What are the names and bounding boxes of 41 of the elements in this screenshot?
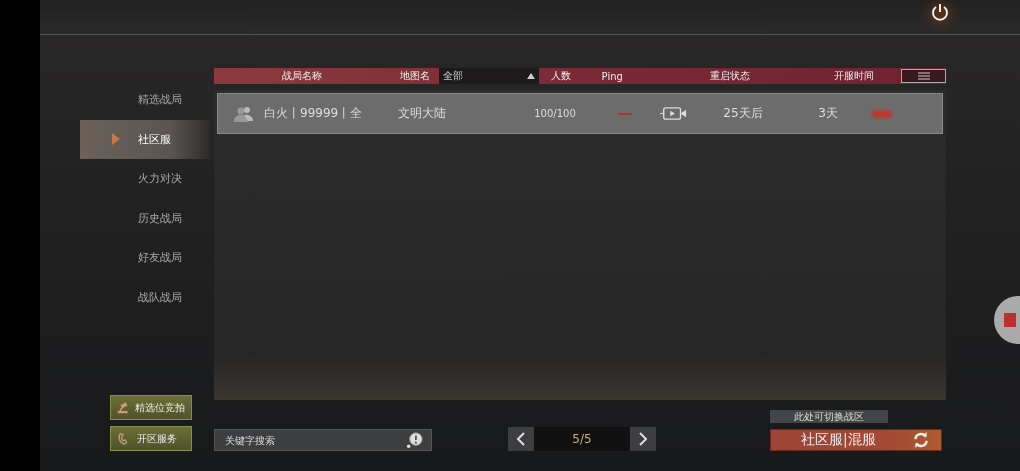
column-header: 开服时间 xyxy=(833,69,876,83)
search-field[interactable]: 关键字搜索 xyxy=(214,429,432,451)
refresh-icon xyxy=(913,432,929,448)
column-header: 战局名称 xyxy=(281,69,323,83)
sidebar-button[interactable]: 精选位竞拍 xyxy=(110,395,192,420)
column-header: 人数 xyxy=(549,69,572,83)
table-cell-text: 100/100 xyxy=(533,108,577,119)
previous-page-button[interactable] xyxy=(508,427,534,451)
triangle-icon xyxy=(112,133,120,146)
caret-icon xyxy=(526,73,535,79)
table-cell-text: 文明大陆 xyxy=(398,105,447,122)
column-header: Ping xyxy=(600,70,624,82)
table-cell-text: 3天 xyxy=(817,105,839,122)
table-row[interactable]: 白火丨99999丨全 文明大陆 100/100 25天后 3天 xyxy=(217,93,943,134)
sidebar-tab[interactable]: 精选战局 xyxy=(80,80,210,120)
tooltip: 此处可切换战区 xyxy=(770,410,888,423)
page-indicator: 5/5 xyxy=(571,432,593,446)
server-switch-button[interactable]: 社区服|混服 xyxy=(770,429,942,451)
sidebar-tab[interactable]: 战队战局 xyxy=(80,277,210,317)
chevron-left-icon xyxy=(516,432,526,446)
power-icon[interactable] xyxy=(930,2,950,22)
menu-button[interactable] xyxy=(901,69,947,83)
column-header: 重启状态 xyxy=(708,69,751,83)
menu-icon xyxy=(917,72,930,80)
map-filter-dropdown[interactable]: 全部 xyxy=(438,68,539,84)
ping-mark xyxy=(618,112,632,115)
status-mark xyxy=(872,109,892,118)
column-header: 地图名 xyxy=(398,69,431,83)
table-cell-text: 25天后 xyxy=(722,105,764,122)
next-page-button[interactable] xyxy=(630,427,656,451)
sidebar-tab[interactable]: 火力对决 xyxy=(80,159,210,199)
gavel-icon xyxy=(117,400,129,415)
search-icon xyxy=(406,431,424,449)
video-icon xyxy=(660,106,688,121)
people-icon xyxy=(234,105,254,122)
sidebar-button[interactable]: 开区服务 xyxy=(110,426,192,451)
sidebar-tab[interactable]: 社区服 xyxy=(80,119,210,159)
chevron-right-icon xyxy=(638,432,648,446)
table-cell-text: 白火丨99999丨全 xyxy=(263,105,364,122)
sidebar-tab[interactable]: 好友战局 xyxy=(80,238,210,278)
sidebar-tab[interactable]: 历史战局 xyxy=(80,198,210,238)
